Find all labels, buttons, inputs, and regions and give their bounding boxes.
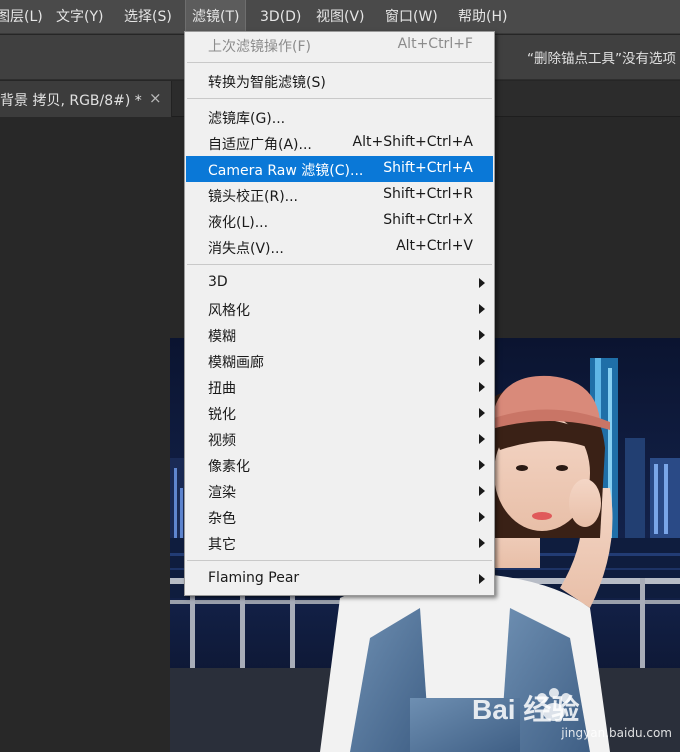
menu-3d[interactable]: 3D(D): [260, 0, 301, 34]
close-icon[interactable]: ×: [149, 89, 162, 107]
menu-item-视频[interactable]: 视频: [186, 426, 493, 452]
menu-item-flaming-pear[interactable]: Flaming Pear: [186, 566, 493, 592]
watermark-url: jingyan.baidu.com: [561, 726, 672, 740]
menu-item-锐化[interactable]: 锐化: [186, 400, 493, 426]
baidu-watermark: Bai 经验 jingyan.baidu.com: [472, 686, 672, 746]
menu-view[interactable]: 视图(V): [316, 0, 365, 34]
menu-item-label: 3D: [208, 274, 228, 290]
submenu-arrow-icon: [479, 304, 485, 314]
options-hint: “删除锚点工具”没有选项: [527, 51, 676, 67]
menu-item-风格化[interactable]: 风格化: [186, 296, 493, 322]
menu-item-滤镜库-g[interactable]: 滤镜库(G)...: [186, 104, 493, 130]
menu-item-shortcut: Shift+Ctrl+R: [383, 186, 473, 202]
submenu-arrow-icon: [479, 460, 485, 470]
menu-item-label: 杂色: [208, 511, 236, 527]
menu-item-label: 转换为智能滤镜(S): [208, 75, 326, 91]
menu-layer[interactable]: 图层(L): [0, 0, 43, 34]
menu-item-label: 锐化: [208, 407, 236, 423]
menu-item-自适应广角-a[interactable]: 自适应广角(A)... Alt+Shift+Ctrl+A: [186, 130, 493, 156]
submenu-arrow-icon: [479, 330, 485, 340]
menu-item-渲染[interactable]: 渲染: [186, 478, 493, 504]
submenu-arrow-icon: [479, 538, 485, 548]
menu-separator: [187, 560, 492, 561]
menu-item-3d[interactable]: 3D: [186, 270, 493, 296]
document-tab-title: 背景 拷贝, RGB/8#) *: [0, 93, 142, 109]
menu-item-label: 像素化: [208, 459, 250, 475]
menu-type[interactable]: 文字(Y): [56, 0, 103, 34]
menu-separator: [187, 62, 492, 63]
menu-item-label: 液化(L)...: [208, 215, 269, 231]
menu-item-液化-l[interactable]: 液化(L)... Shift+Ctrl+X: [186, 208, 493, 234]
menu-item-模糊[interactable]: 模糊: [186, 322, 493, 348]
submenu-arrow-icon: [479, 512, 485, 522]
menu-item-label: 滤镜库(G)...: [208, 111, 286, 127]
menu-separator: [187, 98, 492, 99]
submenu-arrow-icon: [479, 408, 485, 418]
menu-item-shortcut: Shift+Ctrl+X: [383, 212, 473, 228]
filter-menu-dropdown: 上次滤镜操作(F) Alt+Ctrl+F 转换为智能滤镜(S) 滤镜库(G)... 自适…: [184, 31, 495, 596]
menu-item-shortcut: Shift+Ctrl+A: [383, 160, 473, 176]
menu-item-label: 镜头校正(R)...: [208, 189, 299, 205]
submenu-arrow-icon: [479, 278, 485, 288]
menu-item-label: 自适应广角(A)...: [208, 137, 312, 153]
menu-item-label: 消失点(V)...: [208, 241, 284, 257]
menu-separator: [187, 264, 492, 265]
menu-item-shortcut: Alt+Ctrl+V: [396, 238, 473, 254]
menu-item-其它[interactable]: 其它: [186, 530, 493, 556]
submenu-arrow-icon: [479, 356, 485, 366]
menu-item-镜头校正-r[interactable]: 镜头校正(R)... Shift+Ctrl+R: [186, 182, 493, 208]
menu-item-shortcut: Alt+Shift+Ctrl+A: [352, 134, 473, 150]
submenu-arrow-icon: [479, 434, 485, 444]
submenu-arrow-icon: [479, 486, 485, 496]
menu-item-label: 上次滤镜操作(F): [208, 39, 311, 55]
document-tab[interactable]: 背景 拷贝, RGB/8#) * ×: [0, 81, 172, 117]
menu-item-转换为智能滤镜-s[interactable]: 转换为智能滤镜(S): [186, 68, 493, 94]
menu-item-上次滤镜操作-f: 上次滤镜操作(F) Alt+Ctrl+F: [186, 32, 493, 58]
menu-bar: 图层(L) 文字(Y) 选择(S) 滤镜(T) 3D(D) 视图(V) 窗口(W…: [0, 0, 680, 35]
menu-item-label: 风格化: [208, 303, 250, 319]
menu-item-label: 模糊: [208, 329, 236, 345]
menu-item-label: Camera Raw 滤镜(C)...: [208, 163, 364, 179]
submenu-arrow-icon: [479, 574, 485, 584]
menu-item-label: Flaming Pear: [208, 570, 300, 586]
menu-item-扭曲[interactable]: 扭曲: [186, 374, 493, 400]
menu-item-label: 扭曲: [208, 381, 236, 397]
menu-item-label: 渲染: [208, 485, 236, 501]
menu-item-camera-raw-滤镜-c[interactable]: Camera Raw 滤镜(C)... Shift+Ctrl+A: [186, 156, 493, 182]
menu-item-shortcut: Alt+Ctrl+F: [397, 36, 473, 52]
menu-item-label: 视频: [208, 433, 236, 449]
menu-window[interactable]: 窗口(W): [385, 0, 438, 34]
menu-filter[interactable]: 滤镜(T): [184, 0, 247, 35]
submenu-arrow-icon: [479, 382, 485, 392]
menu-item-label: 模糊画廊: [208, 355, 264, 371]
menu-item-消失点-v[interactable]: 消失点(V)... Alt+Ctrl+V: [186, 234, 493, 260]
menu-item-模糊画廊[interactable]: 模糊画廊: [186, 348, 493, 374]
watermark-text: Bai 经验: [472, 694, 580, 725]
menu-item-杂色[interactable]: 杂色: [186, 504, 493, 530]
menu-select[interactable]: 选择(S): [124, 0, 172, 34]
menu-item-像素化[interactable]: 像素化: [186, 452, 493, 478]
menu-help[interactable]: 帮助(H): [458, 0, 507, 34]
menu-item-label: 其它: [208, 537, 236, 553]
